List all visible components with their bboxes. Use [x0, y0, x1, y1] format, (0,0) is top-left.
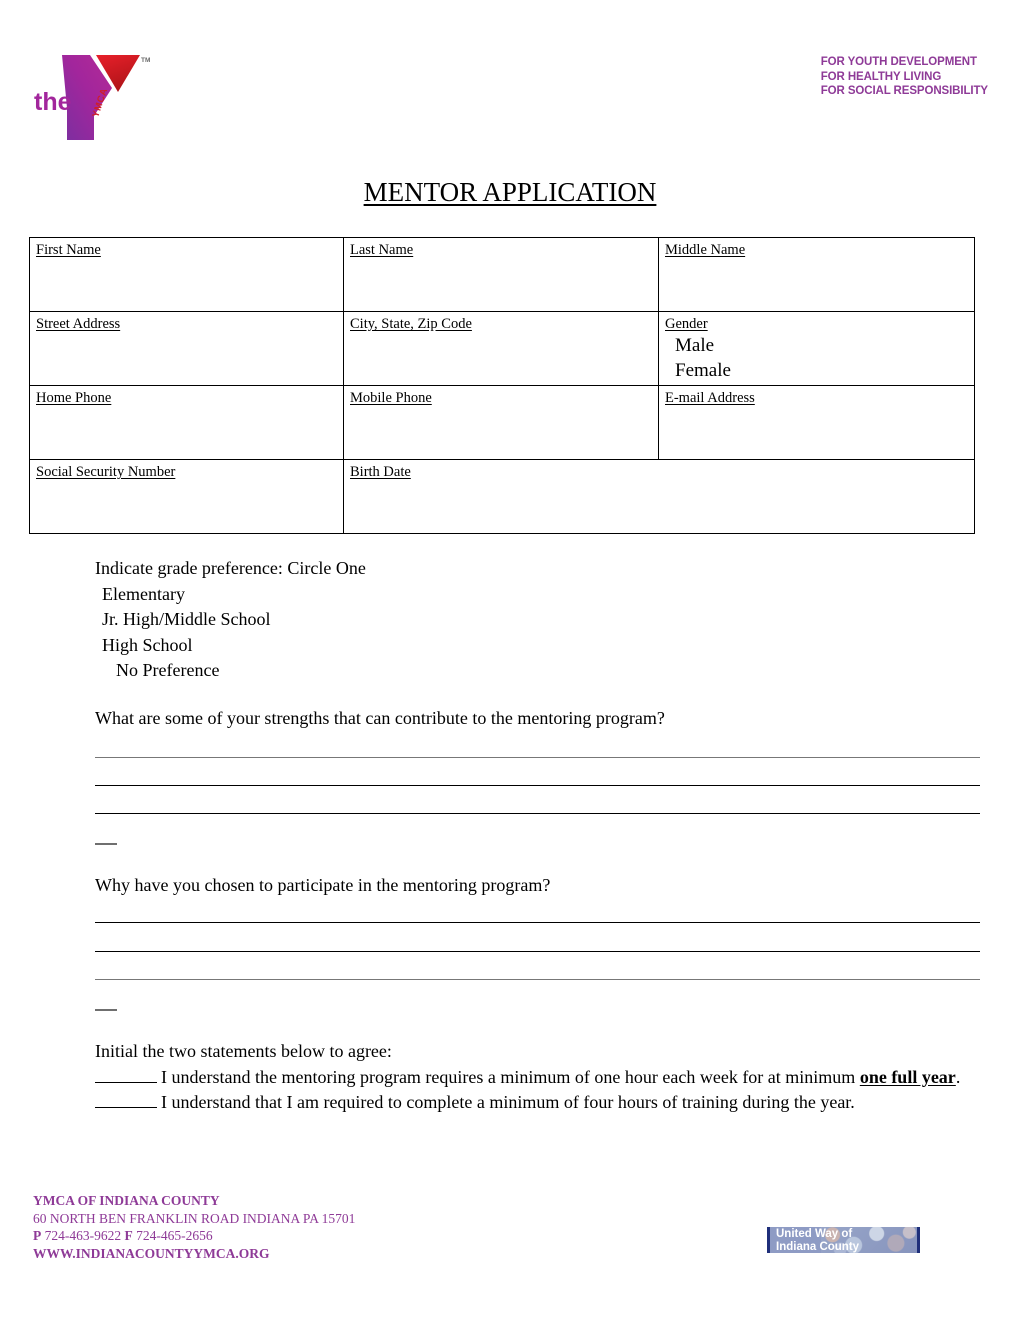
initial-statements-block: Initial the two statements below to agre… — [95, 1039, 985, 1116]
question-2-answer-line-3[interactable] — [95, 979, 980, 980]
ymca-logo: the YMCA TM — [32, 46, 162, 146]
table-row: First Name Last Name Middle Name — [29, 237, 975, 312]
united-way-line-1: United Way of — [776, 1228, 853, 1240]
svg-text:the: the — [34, 88, 72, 116]
grade-option-jr-high-middle-school[interactable]: Jr. High/Middle School — [102, 607, 366, 633]
cell-last-name[interactable]: Last Name — [343, 237, 659, 312]
cell-gender[interactable]: Gender Male Female — [658, 311, 975, 386]
question-1-answer-line-1[interactable] — [95, 757, 980, 758]
question-1-prompt: What are some of your strengths that can… — [95, 708, 665, 728]
footer-street-address: 60 NORTH BEN FRANKLIN ROAD INDIANA PA 15… — [33, 1210, 356, 1226]
grade-option-high-school[interactable]: High School — [102, 633, 366, 659]
table-row: Home Phone Mobile Phone E-mail Address — [29, 385, 975, 460]
tagline-line-2: FOR HEALTHY LIVING — [820, 70, 942, 83]
cell-street-address[interactable]: Street Address — [29, 311, 344, 386]
question-1-answer-stub[interactable] — [95, 843, 117, 845]
initial-statement-1-emphasis: one full year — [859, 1066, 956, 1087]
cell-email-address[interactable]: E-mail Address — [658, 385, 975, 460]
brand-tagline: FOR YOUTH DEVELOPMENT FOR HEALTHY LIVING… — [821, 55, 988, 99]
label-street-address: Street Address — [36, 316, 121, 332]
initial-heading: Initial the two statements below to agre… — [95, 1041, 392, 1061]
gender-option-male[interactable]: Male — [675, 333, 974, 358]
footer-fax-number: 724-465-2656 — [136, 1228, 213, 1243]
cell-middle-name[interactable]: Middle Name — [658, 237, 975, 312]
question-1-answer-line-2[interactable] — [95, 785, 980, 786]
footer-org-name: YMCA OF INDIANA COUNTY — [33, 1193, 220, 1208]
question-2-answer-stub[interactable] — [95, 1009, 117, 1011]
tagline-line-1: FOR YOUTH DEVELOPMENT — [820, 56, 977, 68]
footer-website[interactable]: WWW.INDIANACOUNTYYMCA.ORG — [33, 1245, 355, 1263]
initial-blank-1[interactable] — [95, 1081, 157, 1083]
gender-option-female[interactable]: Female — [675, 358, 974, 383]
cell-mobile-phone[interactable]: Mobile Phone — [343, 385, 659, 460]
united-way-logo: United Way of Indiana County — [767, 1227, 920, 1253]
page-title: MENTOR APPLICATION — [0, 176, 1020, 208]
tagline-line-3: FOR SOCIAL RESPONSIBILITY — [820, 85, 988, 97]
question-1-answer-line-3[interactable] — [95, 813, 980, 814]
initial-statement-2: I understand that I am required to compl… — [95, 1090, 985, 1116]
page-title-text: MENTOR APPLICATION — [363, 177, 657, 207]
initial-blank-2[interactable] — [95, 1107, 157, 1108]
label-email-address: E-mail Address — [665, 390, 755, 406]
united-way-line-2: Indiana County — [776, 1241, 860, 1253]
applicant-info-table: First Name Last Name Middle Name Street … — [29, 237, 975, 534]
initial-statement-2-text: I understand that I am required to compl… — [161, 1092, 855, 1112]
label-birth-date: Birth Date — [350, 464, 411, 480]
united-way-text: United Way of Indiana County — [776, 1228, 859, 1253]
label-mobile-phone: Mobile Phone — [350, 390, 432, 406]
cell-first-name[interactable]: First Name — [29, 237, 344, 312]
label-middle-name: Middle Name — [665, 242, 746, 258]
initial-statement-1-period: . — [955, 1066, 961, 1087]
label-first-name: First Name — [36, 242, 101, 258]
footer-phone-label: P — [33, 1228, 42, 1243]
question-2-answer-line-1[interactable] — [95, 922, 980, 923]
grade-preference-block: Indicate grade preference: Circle One El… — [95, 556, 366, 684]
cell-birth-date[interactable]: Birth Date — [343, 459, 975, 534]
question-2-prompt: Why have you chosen to participate in th… — [95, 875, 551, 895]
svg-text:TM: TM — [141, 57, 150, 64]
label-city-state-zip: City, State, Zip Code — [350, 316, 472, 332]
footer-address-block: YMCA OF INDIANA COUNTY 60 NORTH BEN FRAN… — [33, 1192, 355, 1262]
table-row: Street Address City, State, Zip Code Gen… — [29, 311, 975, 386]
cell-social-security-number[interactable]: Social Security Number — [29, 459, 344, 534]
grade-preference-heading: Indicate grade preference: Circle One — [95, 558, 366, 578]
label-gender: Gender — [665, 316, 708, 332]
initial-statement-1: I understand the mentoring program requi… — [95, 1065, 985, 1091]
label-last-name: Last Name — [350, 242, 414, 258]
grade-option-no-preference[interactable]: No Preference — [116, 658, 366, 684]
footer-phone-line: P 724-463-9622 F 724-465-2656 — [33, 1227, 355, 1245]
page-header: the YMCA TM FOR YOUTH DEVELOPMENT FOR HE… — [0, 0, 1020, 165]
cell-home-phone[interactable]: Home Phone — [29, 385, 344, 460]
label-home-phone: Home Phone — [36, 390, 112, 406]
question-2-answer-line-2[interactable] — [95, 951, 980, 952]
cell-city-state-zip[interactable]: City, State, Zip Code — [343, 311, 659, 386]
footer-fax-label: F — [124, 1228, 133, 1243]
footer-phone-number: 724-463-9622 — [44, 1228, 122, 1243]
label-social-security-number: Social Security Number — [36, 464, 176, 480]
table-row: Social Security Number Birth Date — [29, 459, 975, 534]
initial-statement-1-text: I understand the mentoring program requi… — [161, 1066, 860, 1087]
grade-option-elementary[interactable]: Elementary — [102, 582, 366, 608]
